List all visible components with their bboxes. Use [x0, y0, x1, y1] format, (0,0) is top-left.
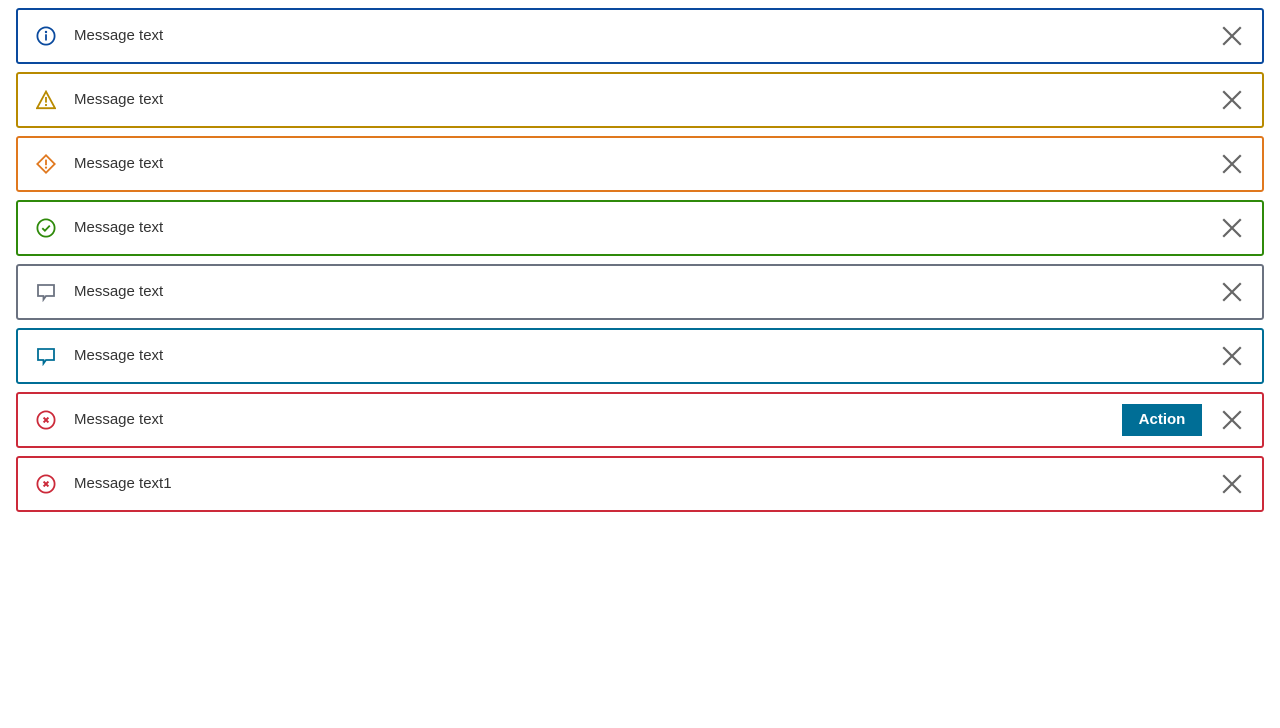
warning-triangle-icon: [36, 90, 56, 110]
close-icon[interactable]: [1218, 22, 1246, 50]
close-icon[interactable]: [1218, 86, 1246, 114]
info-circle-icon: [36, 26, 56, 46]
notification-message: Message text: [74, 91, 164, 108]
close-icon[interactable]: [1218, 406, 1246, 434]
notification-message: Message text: [74, 219, 164, 236]
notification-message: Message text: [74, 411, 164, 428]
close-icon[interactable]: [1218, 214, 1246, 242]
notification-stack: Message text Message text Message text M…: [16, 8, 1264, 520]
notification-message: Message text: [74, 155, 164, 172]
notification-message: Message text1: [74, 475, 172, 492]
error-notification: Message text Action: [16, 392, 1264, 448]
discovery-notification: Message text: [16, 328, 1264, 384]
close-icon[interactable]: [1218, 470, 1246, 498]
notification-message: Message text: [74, 283, 164, 300]
close-icon[interactable]: [1218, 150, 1246, 178]
action-button[interactable]: Action: [1122, 404, 1202, 436]
error-circle-icon: [36, 410, 56, 430]
speech-bubble-icon: [36, 282, 56, 302]
neutral-notification: Message text: [16, 264, 1264, 320]
caution-diamond-icon: [36, 154, 56, 174]
speech-bubble-icon: [36, 346, 56, 366]
close-icon[interactable]: [1218, 342, 1246, 370]
notification-message: Message text: [74, 27, 164, 44]
caution-notification: Message text: [16, 136, 1264, 192]
close-icon[interactable]: [1218, 278, 1246, 306]
check-circle-icon: [36, 218, 56, 238]
success-notification: Message text: [16, 200, 1264, 256]
notification-message: Message text: [74, 347, 164, 364]
error-notification: Message text1: [16, 456, 1264, 512]
error-circle-icon: [36, 474, 56, 494]
info-notification: Message text: [16, 8, 1264, 64]
warning-notification: Message text: [16, 72, 1264, 128]
